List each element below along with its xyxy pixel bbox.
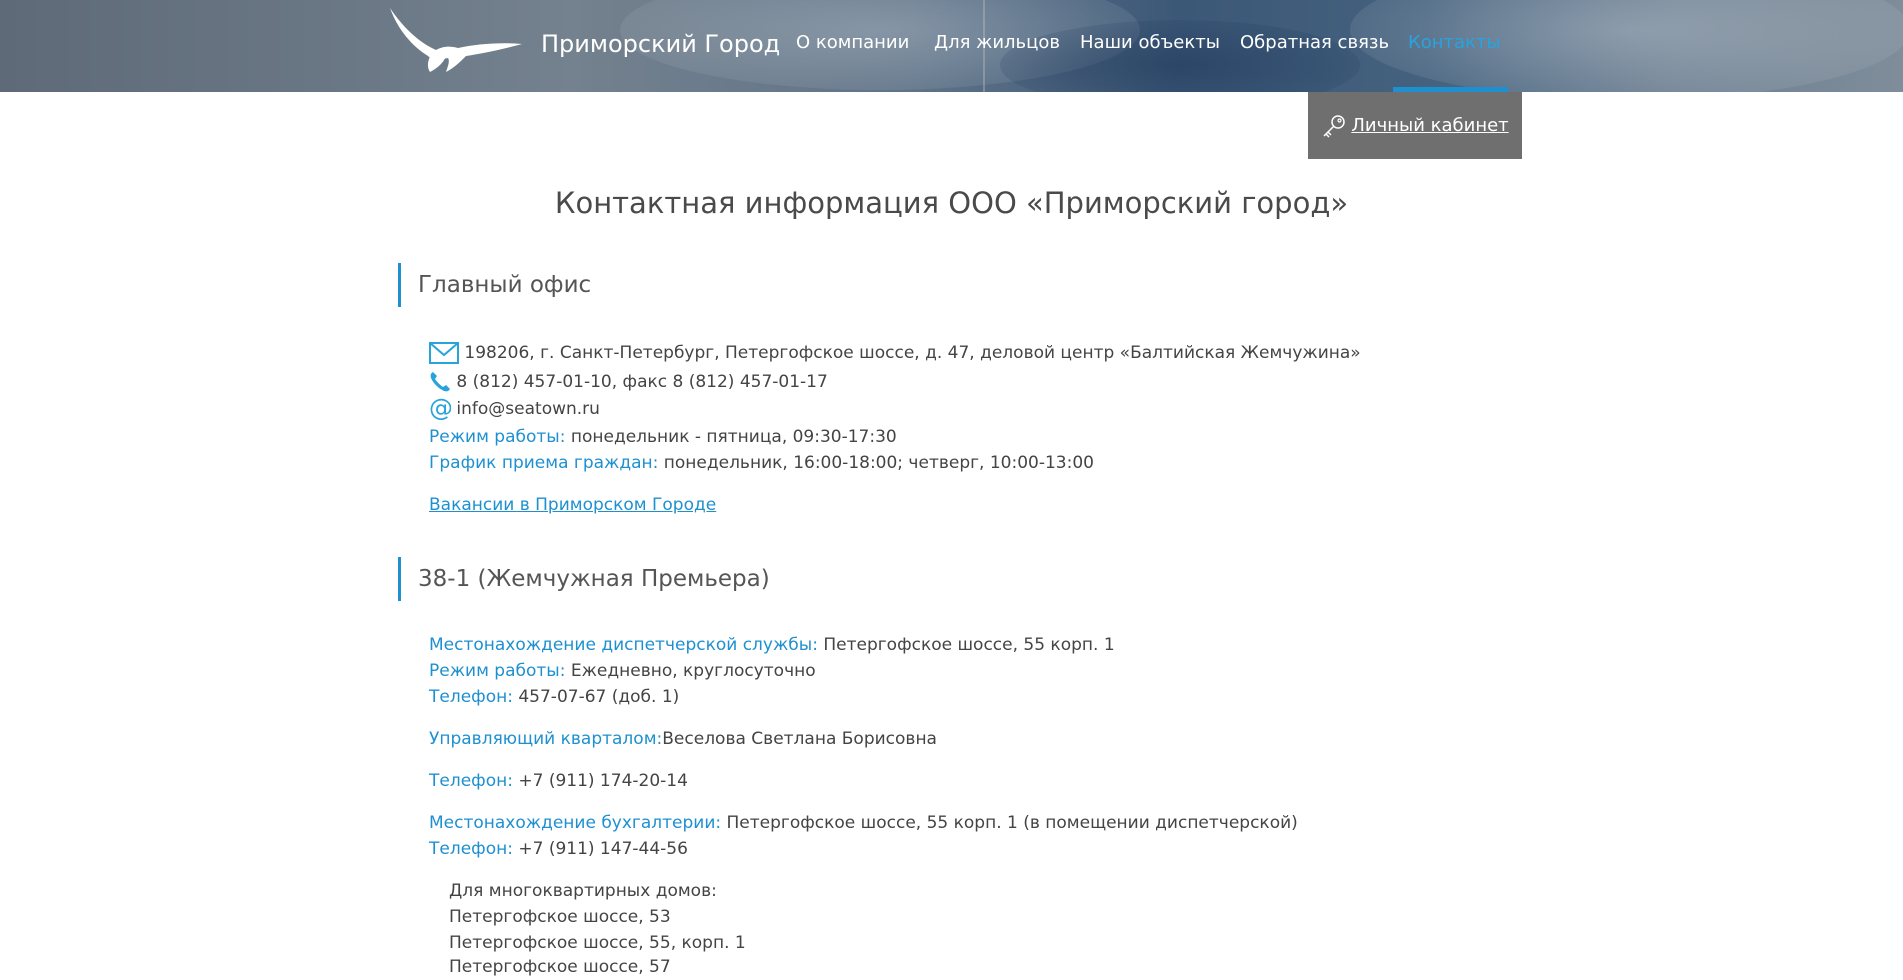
- section-heading-main-office: Главный офис: [398, 263, 591, 307]
- phone1-value: 457-07-67 (доб. 1): [512, 687, 680, 707]
- svg-text:@: @: [429, 397, 451, 421]
- at-sign-icon: @: [429, 397, 451, 421]
- nav-objects[interactable]: Наши объекты: [1080, 32, 1220, 53]
- reception-label: График приема граждан:: [429, 453, 659, 473]
- nav-residents[interactable]: Для жильцов: [934, 32, 1060, 53]
- quarter-hours-line: Режим работы: Ежедневно, круглосуточно: [429, 658, 816, 684]
- phone2-label: Телефон:: [429, 771, 513, 791]
- email-text[interactable]: info@seatown.ru: [456, 399, 600, 419]
- vacancies-line: Вакансии в Приморском Городе: [429, 492, 716, 518]
- quarter-hours-value: Ежедневно, круглосуточно: [565, 661, 816, 681]
- nav-about[interactable]: О компании: [796, 32, 909, 53]
- reception-line: График приема граждан: понедельник, 16:0…: [429, 450, 1094, 476]
- dispatch-line: Местонахождение диспетчерской службы: Пе…: [429, 632, 1115, 658]
- reception-value: понедельник, 16:00-18:00; четверг, 10:00…: [658, 453, 1094, 473]
- office-hours-value: понедельник - пятница, 09:30-17:30: [565, 427, 897, 447]
- email-line: @ info@seatown.ru: [429, 396, 600, 422]
- phone-line: 8 (812) 457-01-10, факс 8 (812) 457-01-1…: [429, 369, 828, 395]
- phone-icon: [430, 372, 450, 392]
- seagull-logo-icon[interactable]: [388, 6, 522, 76]
- manager-value: Веселова Светлана Борисовна: [662, 729, 937, 749]
- house-item: Петергофское шоссе, 53: [449, 907, 671, 927]
- personal-cabinet-button[interactable]: Личный кабинет: [1308, 92, 1522, 159]
- nav-contacts[interactable]: Контакты: [1408, 32, 1501, 53]
- phone3-label: Телефон:: [429, 839, 513, 859]
- quarter-phone2-line: Телефон: +7 (911) 174-20-14: [429, 768, 688, 794]
- house-item: Петергофское шоссе, 55, корп. 1: [449, 933, 746, 953]
- quarter-phone3-line: Телефон: +7 (911) 147-44-56: [429, 836, 688, 862]
- accounting-label: Местонахождение бухгалтерии:: [429, 813, 722, 833]
- quarter-hours-label: Режим работы:: [429, 661, 566, 681]
- nav-feedback[interactable]: Обратная связь: [1240, 32, 1389, 53]
- manager-label: Управляющий кварталом:: [429, 729, 663, 749]
- personal-cabinet-label: Личный кабинет: [1351, 115, 1509, 136]
- envelope-icon: [429, 342, 459, 364]
- manager-line: Управляющий кварталом:Веселова Светлана …: [429, 726, 937, 752]
- accounting-line: Местонахождение бухгалтерии: Петергофско…: [429, 810, 1298, 836]
- phone-text: 8 (812) 457-01-10, факс 8 (812) 457-01-1…: [456, 372, 828, 392]
- address-text: 198206, г. Санкт-Петербург, Петергофское…: [464, 343, 1361, 363]
- phone1-label: Телефон:: [429, 687, 513, 707]
- phone2-value: +7 (911) 174-20-14: [512, 771, 688, 791]
- dispatch-value: Петергофское шоссе, 55 корп. 1: [817, 635, 1115, 655]
- vacancies-link[interactable]: Вакансии в Приморском Городе: [429, 495, 716, 515]
- phone3-value: +7 (911) 147-44-56: [512, 839, 688, 859]
- section-heading-quarter: 38-1 (Жемчужная Премьера): [398, 557, 770, 601]
- office-hours-label: Режим работы:: [429, 427, 566, 447]
- header-banner: Приморский Город О компании Для жильцов …: [0, 0, 1903, 92]
- houses-title: Для многоквартирных домов:: [449, 881, 717, 901]
- dispatch-label: Местонахождение диспетчерской службы:: [429, 635, 818, 655]
- house-item: Петергофское шоссе, 57: [449, 957, 671, 977]
- quarter-phone1-line: Телефон: 457-07-67 (доб. 1): [429, 684, 679, 710]
- office-hours-line: Режим работы: понедельник - пятница, 09:…: [429, 424, 897, 450]
- accounting-value: Петергофское шоссе, 55 корп. 1 (в помеще…: [721, 813, 1298, 833]
- key-icon: [1323, 114, 1346, 138]
- page-title: Контактная информация ООО «Приморский го…: [554, 186, 1349, 220]
- brand-name[interactable]: Приморский Город: [541, 30, 780, 58]
- address-line: 198206, г. Санкт-Петербург, Петергофское…: [429, 340, 1361, 366]
